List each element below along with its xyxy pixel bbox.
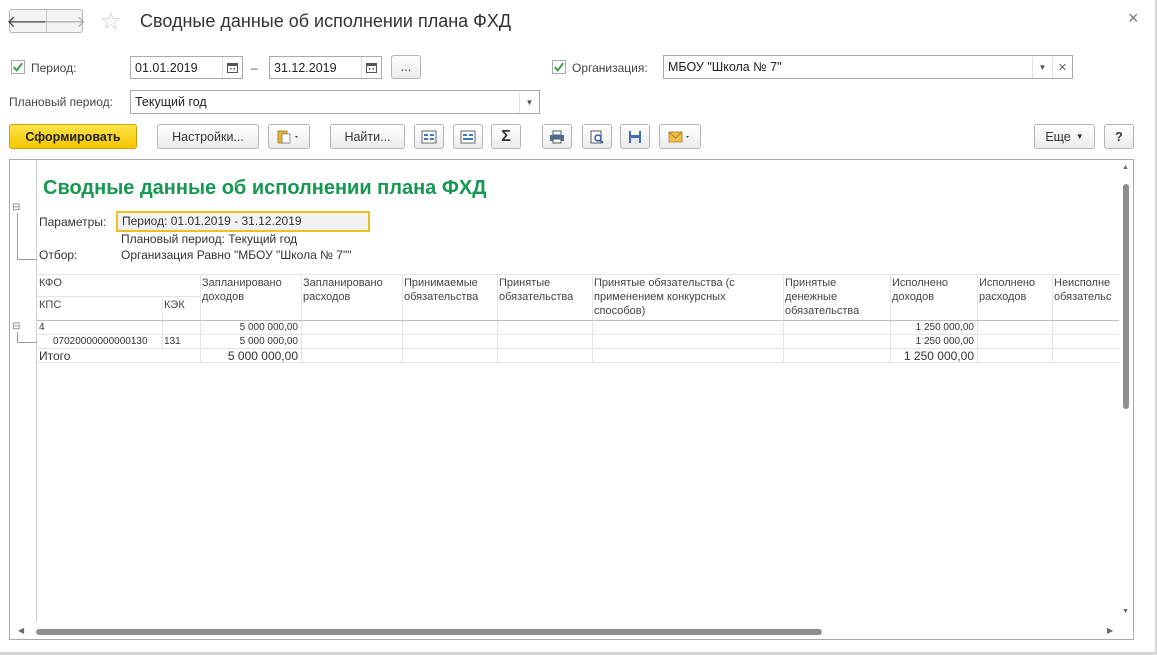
more-label: Еще <box>1045 129 1071 144</box>
total-label: Итого <box>39 349 71 363</box>
row-divider <box>37 296 201 297</box>
period-select-button[interactable]: ... <box>391 55 421 79</box>
scroll-up-icon[interactable]: ▲ <box>1122 164 1129 171</box>
header-kek: КЭК <box>164 299 185 311</box>
plan-period-value: Текущий год <box>135 95 207 109</box>
period-dash: – <box>251 61 258 75</box>
group-bracket <box>17 213 18 259</box>
cell-kps: 07020000000000130 <box>53 336 148 347</box>
total-executed-income: 1 250 000,00 <box>903 349 974 363</box>
params-plan-period: Плановый период: Текущий год <box>121 232 298 246</box>
variants-button[interactable] <box>268 124 310 149</box>
sum-button[interactable]: Σ <box>491 124 521 149</box>
close-icon[interactable]: × <box>1128 8 1139 29</box>
favorite-star-icon[interactable]: ☆ <box>100 7 122 36</box>
chevron-down-icon: ▼ <box>1075 132 1084 141</box>
collapse-icon[interactable]: ⊟ <box>12 321 20 332</box>
chevron-down-icon[interactable]: ▼ <box>519 91 539 113</box>
collapse-groups-button[interactable] <box>453 124 483 149</box>
horizontal-scroll-thumb[interactable] <box>36 629 822 635</box>
period-label: Период: <box>31 61 77 75</box>
header-planned-income: Запланировано доходов <box>202 277 282 303</box>
group-bracket <box>17 342 37 343</box>
organization-field[interactable]: МБОУ "Школа № 7" ▼ ✕ <box>663 55 1073 79</box>
printer-icon <box>550 130 564 143</box>
collapse-groups-icon <box>460 130 476 143</box>
date-from-field[interactable]: 01.01.2019 <box>130 56 243 79</box>
envelope-icon <box>668 131 689 142</box>
checkmark-icon <box>13 62 24 72</box>
organization-label: Организация: <box>572 61 648 75</box>
cell-planned-income: 5 000 000,00 <box>239 336 298 347</box>
header-executed-expense: Исполнено расходов <box>979 277 1036 303</box>
clear-icon[interactable]: ✕ <box>1052 56 1072 78</box>
calendar-icon[interactable] <box>222 57 242 78</box>
filter-value: Организация Равно "МБОУ "Школа № 7"" <box>121 248 352 262</box>
gutter-divider <box>36 160 37 622</box>
date-from-value: 01.01.2019 <box>135 60 198 75</box>
cell-planned-income: 5 000 000,00 <box>239 322 298 333</box>
arrow-right-icon: 🡒 <box>43 13 86 31</box>
print-preview-icon <box>590 130 604 144</box>
cell-executed-income: 1 250 000,00 <box>915 322 974 333</box>
print-button[interactable] <box>542 124 572 149</box>
organization-value: МБОУ "Школа № 7" <box>668 60 782 74</box>
row-divider <box>37 334 1119 335</box>
expand-groups-icon <box>421 130 437 143</box>
header-taken-monetary: Принятые денежные обязательства <box>785 277 860 317</box>
back-button[interactable]: 🡐 <box>7 10 50 32</box>
header-taken-obligations: Принятые обязательства <box>499 277 574 303</box>
report-title: Сводные данные об исполнении плана ФХД <box>43 177 487 199</box>
params-period-cell[interactable]: Период: 01.01.2019 - 31.12.2019 <box>116 211 370 232</box>
group-bracket <box>17 332 18 342</box>
header-taken-competitive: Принятые обязательства (с применением ко… <box>594 277 735 317</box>
organization-checkbox[interactable] <box>552 60 566 74</box>
total-planned-income: 5 000 000,00 <box>227 349 298 363</box>
page-title: Сводные данные об исполнении плана ФХД <box>140 11 512 31</box>
report-area[interactable]: ⊟ Сводные данные об исполнении плана ФХД… <box>9 159 1134 640</box>
header-kps: КПС <box>39 299 62 311</box>
find-button[interactable]: Найти... <box>330 124 405 149</box>
date-to-field[interactable]: 31.12.2019 <box>269 56 382 79</box>
header-accepted-obligations: Принимаемые обязательства <box>404 277 479 303</box>
date-to-value: 31.12.2019 <box>274 60 337 75</box>
report-variants-icon <box>277 130 298 143</box>
plan-period-select[interactable]: Текущий год ▼ <box>130 90 540 114</box>
generate-button[interactable]: Сформировать <box>9 124 137 149</box>
expand-groups-button[interactable] <box>414 124 444 149</box>
header-unexecuted: Неисполне обязательс <box>1054 277 1112 303</box>
help-button[interactable]: ? <box>1104 124 1134 149</box>
chevron-down-icon[interactable]: ▼ <box>1032 56 1052 78</box>
calendar-icon[interactable] <box>361 57 381 78</box>
row-divider <box>37 320 1119 321</box>
settings-button[interactable]: Настройки... <box>157 124 259 149</box>
forward-button[interactable]: 🡒 <box>43 10 86 32</box>
scroll-down-icon[interactable]: ▼ <box>1122 608 1129 615</box>
cell-kfo: 4 <box>39 322 45 333</box>
period-checkbox[interactable] <box>11 60 25 74</box>
scroll-left-icon[interactable]: ◀ <box>18 626 24 635</box>
row-divider <box>37 274 1119 275</box>
col-divider <box>162 296 163 348</box>
nav-buttons: 🡐 🡒 <box>7 9 86 33</box>
header-planned-expense: Запланировано расходов <box>303 277 383 303</box>
collapse-icon[interactable]: ⊟ <box>12 202 20 213</box>
group-bracket <box>17 259 37 260</box>
checkmark-icon <box>554 62 565 72</box>
header-kfo: КФО <box>39 277 62 289</box>
filter-label: Отбор: <box>39 248 78 262</box>
more-button[interactable]: Еще ▼ <box>1034 124 1095 149</box>
vertical-scroll-thumb[interactable] <box>1123 184 1129 409</box>
header-executed-income: Исполнено доходов <box>892 277 949 303</box>
params-label: Параметры: <box>39 215 107 229</box>
save-button[interactable] <box>620 124 650 149</box>
cell-executed-income: 1 250 000,00 <box>915 336 974 347</box>
plan-period-label: Плановый период: <box>9 95 113 109</box>
preview-button[interactable] <box>582 124 612 149</box>
floppy-disk-icon <box>629 130 641 143</box>
send-email-button[interactable] <box>659 124 701 149</box>
scroll-right-icon[interactable]: ▶ <box>1107 626 1113 635</box>
cell-kek: 131 <box>164 336 181 347</box>
